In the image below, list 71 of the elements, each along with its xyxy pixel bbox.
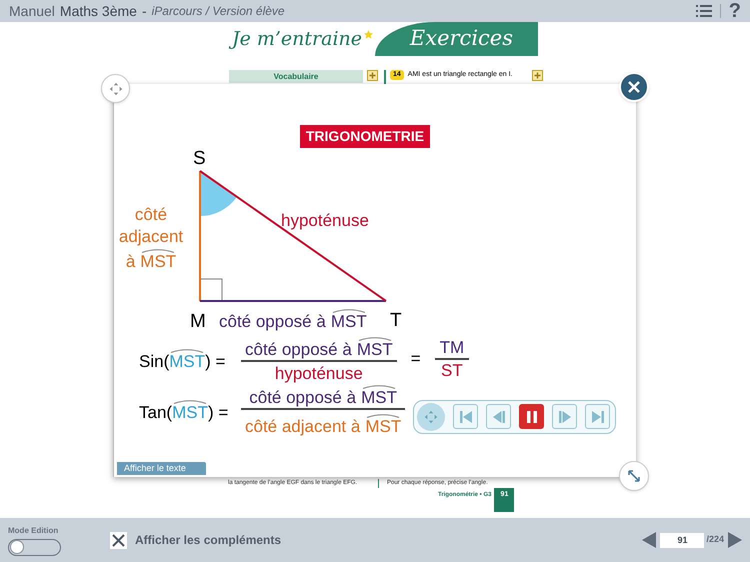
angle-label: MST xyxy=(172,404,208,420)
show-text-tab[interactable]: Afficher le texte xyxy=(117,462,206,475)
equals-sign: = xyxy=(410,348,421,370)
move-handle[interactable] xyxy=(101,74,130,103)
angle-accent-icon xyxy=(366,413,400,418)
popup-title: TRIGONOMETRIE xyxy=(300,125,430,148)
angle-label: MST xyxy=(356,341,393,358)
angle-label: MST xyxy=(365,418,402,435)
angle-accent-icon xyxy=(173,398,208,404)
plus-icon[interactable] xyxy=(367,70,378,81)
resize-button[interactable] xyxy=(619,461,649,491)
equals-label: ) = xyxy=(205,353,226,370)
angle-accent-icon xyxy=(332,308,366,313)
title-separator: - xyxy=(142,2,147,20)
denominator-text: ST xyxy=(440,360,464,382)
angle-accent-icon xyxy=(141,248,176,253)
numerator-text: TM xyxy=(438,336,466,358)
plus-icon[interactable] xyxy=(532,70,543,81)
side-label: à xyxy=(126,253,136,270)
pause-button[interactable] xyxy=(519,404,544,429)
angle-accent-icon xyxy=(362,384,396,389)
mode-label: Mode Edition xyxy=(8,524,58,536)
list-icon[interactable] xyxy=(696,4,712,18)
last-button[interactable] xyxy=(585,404,610,429)
x-mark-icon xyxy=(111,532,126,548)
numerator-text: côté opposé à xyxy=(249,389,356,406)
angle-label: MST xyxy=(330,313,367,330)
vocabulary-header: Vocabulaire xyxy=(229,70,363,83)
page-total: /224 xyxy=(706,533,724,546)
mode-toggle[interactable] xyxy=(8,538,61,556)
skip-first-icon xyxy=(458,408,474,424)
step-back-icon xyxy=(490,408,507,424)
vertex-label: S xyxy=(193,147,206,171)
close-button[interactable] xyxy=(619,72,649,102)
previous-button[interactable] xyxy=(486,404,512,429)
equals-label: ) = xyxy=(208,404,228,420)
help-button[interactable]: ? xyxy=(728,1,741,21)
fraction-line xyxy=(434,358,470,360)
resize-icon xyxy=(627,469,641,483)
function-label: Tan( xyxy=(139,404,172,420)
next-page-icon[interactable] xyxy=(728,532,742,548)
angle-label: MST xyxy=(140,253,176,270)
function-label: Sin( xyxy=(139,353,170,370)
previous-page-icon[interactable] xyxy=(642,532,656,548)
step-forward-icon xyxy=(556,408,573,424)
app-title: Manuel xyxy=(9,2,55,20)
numerator-text: côté opposé à xyxy=(245,341,352,358)
move-handle[interactable] xyxy=(417,402,446,430)
skip-last-icon xyxy=(590,408,606,424)
side-label: côté opposé à xyxy=(219,313,326,330)
angle-accent-icon xyxy=(170,348,204,353)
complements-checkbox[interactable] xyxy=(110,532,127,548)
book-title: Maths 3ème xyxy=(60,2,137,20)
angle-label: MST xyxy=(169,353,206,370)
exercises-banner: Exercices xyxy=(375,22,538,56)
first-button[interactable] xyxy=(453,404,478,429)
version-subtitle: iParcours / Version élève xyxy=(152,3,285,20)
denominator-text: hypoténuse xyxy=(274,365,363,382)
side-label: adjacent xyxy=(118,226,184,248)
side-label: côté xyxy=(134,204,168,226)
angle-label: MST xyxy=(361,389,397,406)
denominator-text: côté adjacent à xyxy=(245,418,360,435)
angle-accent-icon xyxy=(358,336,392,341)
side-label: hypoténuse xyxy=(281,210,369,232)
star-icon xyxy=(364,30,374,39)
page-number-field[interactable]: 91 xyxy=(660,532,704,548)
complements-label: Afficher les compléments xyxy=(135,532,282,549)
next-button[interactable] xyxy=(552,404,578,429)
vertex-label: M xyxy=(190,310,206,334)
close-icon xyxy=(627,80,641,94)
vertex-label: T xyxy=(390,309,402,333)
